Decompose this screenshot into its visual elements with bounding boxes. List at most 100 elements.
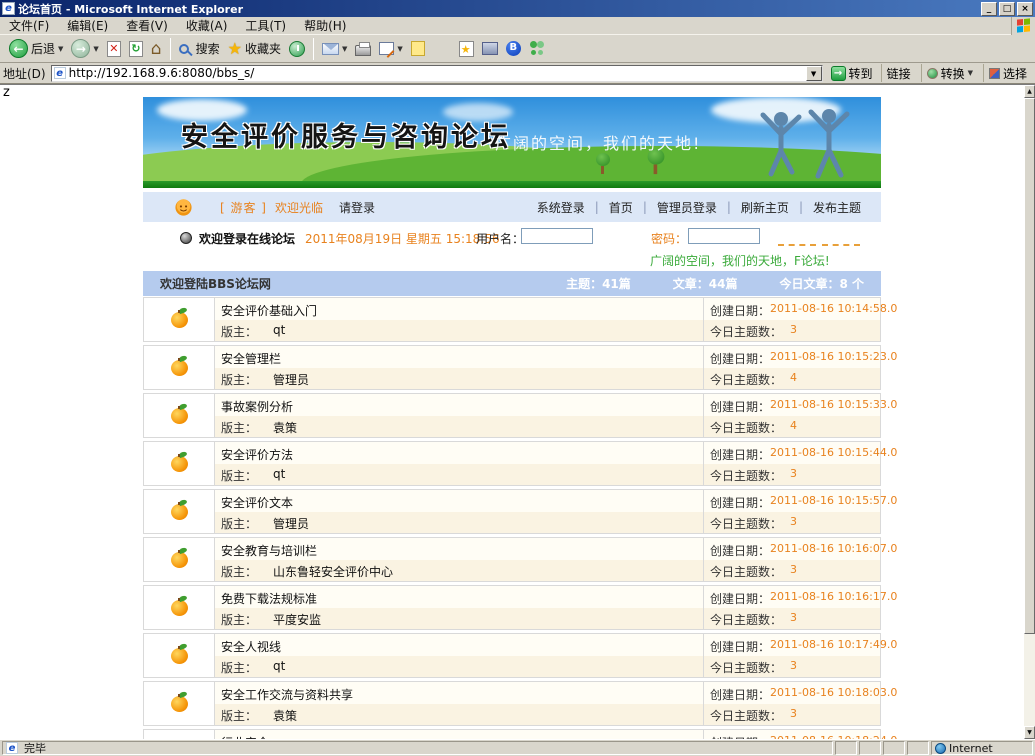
close-button[interactable]: × [1017,2,1033,16]
today-topics-label: 今日主题数： [710,323,782,340]
convert-button[interactable]: 转换 ▼ [921,64,978,82]
select-button[interactable]: 选择 [983,64,1032,82]
dashed-links[interactable] [778,242,860,246]
nav-link[interactable]: 刷新主页 [731,199,799,216]
forum-main-cell: 安全管理栏 版主： 管理员 [215,346,704,389]
favorites-add-icon [459,41,474,57]
links-button[interactable]: 链接 [881,64,916,82]
refresh-button[interactable]: ↻ [125,40,147,58]
maximize-button[interactable]: □ [999,2,1015,16]
select-label: 选择 [1003,65,1027,82]
login-prompt-link[interactable]: 请登录 [339,199,375,216]
refresh-icon: ↻ [129,41,143,57]
moderator-name[interactable]: 袁策 [273,419,297,436]
board-stat: 今日文章：8 个 [779,275,864,292]
address-url[interactable]: http://192.168.9.6:8080/bbs_s/ [69,66,806,80]
convert-dropdown-icon[interactable]: ▼ [968,69,973,77]
moderator-name[interactable]: 管理员 [273,371,309,388]
minimize-button[interactable]: _ [981,2,997,16]
password-input[interactable] [688,228,760,244]
nav-link[interactable]: 发布主题 [803,199,871,216]
forum-icon-cell [144,586,215,629]
welcome-row: 欢迎登录在线论坛 2011年08月19日 星期五 15:18:56 用户名： 密… [143,222,881,271]
menu-item[interactable]: 工具(T) [236,17,295,34]
site-banner: 安全评价服务与咨询论坛 广阔的空间，我们的天地! [143,97,881,188]
scrollbar-thumb[interactable] [1024,98,1035,634]
forum-main-cell: 安全评价文本 版主： 管理员 [215,490,704,533]
print-button[interactable] [351,40,375,57]
forum-title-link[interactable]: 安全评价基础入门 [221,302,317,319]
bluetooth-button[interactable]: B [502,40,525,57]
forum-title-link[interactable]: 安全工作交流与资料共享 [221,686,353,703]
menu-item[interactable]: 帮助(H) [295,17,355,34]
board-title: 欢迎登陆BBS论坛网 [160,275,271,292]
moderator-name[interactable]: 平度安监 [273,611,321,628]
search-button[interactable]: 搜索 [175,39,224,58]
moderator-label: 版主： [221,515,257,532]
nav-link[interactable]: 系统登录 [527,199,595,216]
forum-title-link[interactable]: 安全教育与培训栏 [221,542,317,559]
today-topics-label: 今日主题数： [710,659,782,676]
created-label: 创建日期： [710,734,770,739]
password-label: 密码： [651,230,687,247]
created-value: 2011-08-16 10:17:49.0 [770,638,897,651]
nav-link[interactable]: 首页 [599,199,643,216]
edit-dropdown-icon[interactable]: ▼ [397,45,402,53]
nav-link[interactable]: 管理员登录 [647,199,727,216]
menu-item[interactable]: 文件(F) [0,17,58,34]
forum-main-cell: 安全教育与培训栏 版主： 山东鲁轻安全评价中心 [215,538,704,581]
forum-row: 事故案例分析 版主： 袁策 创建日期： 2011-08-16 10:15:33.… [143,393,881,438]
scroll-down-icon[interactable]: ▼ [1024,726,1035,739]
menu-item[interactable]: 收藏(A) [177,17,237,34]
forward-dropdown-icon[interactable]: ▼ [93,45,98,53]
favorites-add-button[interactable] [455,40,478,58]
note-button[interactable] [407,40,429,57]
moderator-name[interactable]: 袁策 [273,707,297,724]
go-label: 转到 [849,65,873,82]
moderator-name[interactable]: qt [273,323,285,337]
forum-title-link[interactable]: 行业安全 [221,734,269,739]
forum-title-link[interactable]: 安全评价文本 [221,494,293,511]
media-button[interactable] [478,41,502,56]
forward-button[interactable]: → ▼ [67,38,102,59]
jumping-people-icon [751,106,863,182]
favorites-button[interactable]: ★ 收藏夹 [224,39,285,58]
history-button[interactable] [285,40,309,58]
address-dropdown-icon[interactable]: ▼ [806,66,822,81]
moderator-name[interactable]: qt [273,467,285,481]
status-panel [835,741,857,755]
created-value: 2011-08-16 10:16:17.0 [770,590,897,603]
back-dropdown-icon[interactable]: ▼ [58,45,63,53]
messenger-button[interactable] [525,40,550,57]
mail-button[interactable]: ▼ [318,42,351,56]
menu-item[interactable]: 编辑(E) [58,17,117,34]
back-button[interactable]: ← 后退 ▼ [5,38,67,59]
today-topics-value: 3 [790,467,797,480]
scroll-up-icon[interactable]: ▲ [1024,85,1035,98]
home-button[interactable]: ⌂ [147,40,166,58]
forum-title-link[interactable]: 安全管理栏 [221,350,281,367]
forum-title-link[interactable]: 事故案例分析 [221,398,293,415]
orange-icon [171,456,188,472]
banner-title: 安全评价服务与咨询论坛 [181,115,511,154]
menu-item[interactable]: 查看(V) [117,17,177,34]
created-value: 2011-08-16 10:14:58.0 [770,302,897,315]
moderator-name[interactable]: qt [273,659,285,673]
stop-button[interactable]: ✕ [103,40,125,58]
moderator-name[interactable]: 山东鲁轻安全评价中心 [273,563,393,580]
username-input[interactable] [521,228,593,244]
mail-dropdown-icon[interactable]: ▼ [342,45,347,53]
created-label: 创建日期： [710,302,770,319]
forum-title-link[interactable]: 安全人视线 [221,638,281,655]
forum-site: 安全评价服务与咨询论坛 广阔的空间，我们的天地! [ 游客 ] 欢迎光临 请登录… [143,97,881,739]
forum-title-link[interactable]: 安全评价方法 [221,446,293,463]
browser-window: e 论坛首页 - Microsoft Internet Explorer _ □… [0,0,1035,756]
address-input[interactable]: e http://192.168.9.6:8080/bbs_s/ ▼ [51,65,823,82]
forum-title-link[interactable]: 免费下载法规标准 [221,590,317,607]
go-button[interactable]: → 转到 [828,65,876,82]
moderator-name[interactable]: 管理员 [273,515,309,532]
slogan-text: 广阔的空间，我们的天地，F论坛! [650,252,830,269]
edit-button[interactable]: ▼ [375,41,406,56]
moderator-label: 版主： [221,323,257,340]
vertical-scrollbar[interactable]: ▲ ▼ [1024,85,1035,739]
